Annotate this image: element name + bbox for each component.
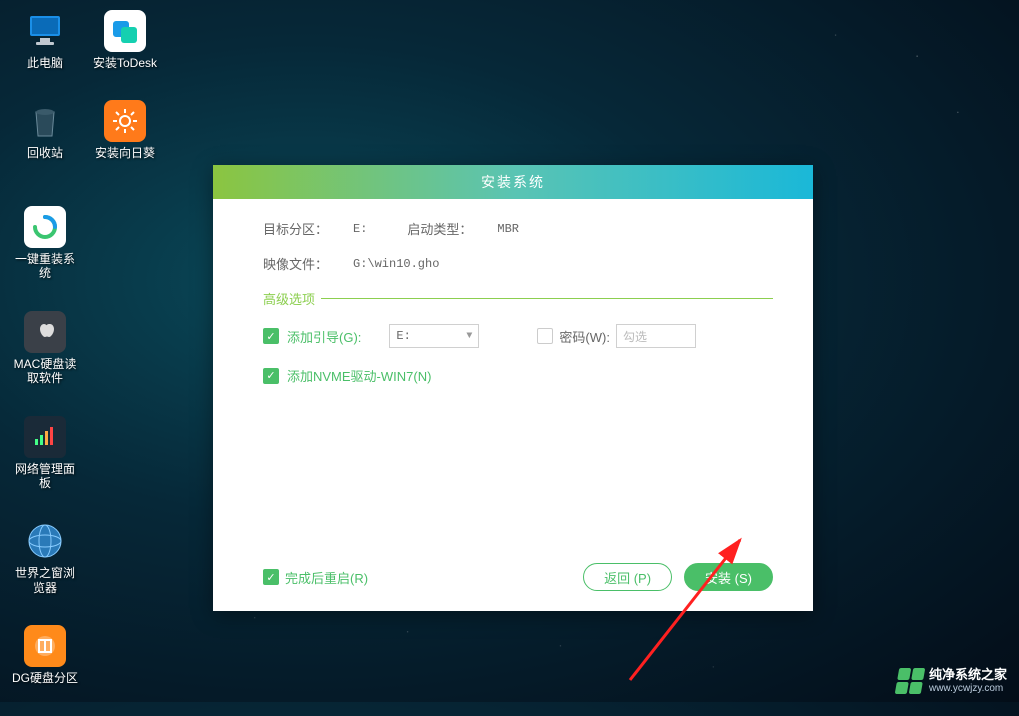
desktop-icon-sunflower[interactable]: 安装向日葵	[90, 100, 160, 160]
icon-label: 安装向日葵	[95, 146, 155, 160]
select-value: E:	[396, 329, 410, 343]
sunflower-icon	[104, 100, 146, 142]
password-placeholder: 勾选	[623, 328, 647, 345]
back-button[interactable]: 返回 (P)	[583, 563, 672, 591]
icon-label: 此电脑	[27, 56, 63, 70]
password-group: 密码(W): 勾选	[537, 324, 696, 348]
install-system-dialog: 安装系统 目标分区： E: 启动类型： MBR 映像文件： G:\win10.g…	[213, 165, 813, 611]
restart-after-group: ✓ 完成后重启(R)	[263, 568, 368, 587]
watermark-text: 纯净系统之家 www.ycwjzy.com	[929, 668, 1007, 693]
diskgenius-icon	[24, 625, 66, 667]
watermark-title: 纯净系统之家	[929, 668, 1007, 682]
restart-after-checkbox[interactable]: ✓	[263, 569, 279, 585]
computer-icon	[24, 10, 66, 52]
network-panel-icon	[24, 416, 66, 458]
icon-label: 一键重装系统	[10, 252, 80, 281]
add-boot-label: 添加引导(G):	[287, 327, 361, 346]
icon-label: 世界之窗浏览器	[10, 566, 80, 595]
install-button-label: 安装 (S)	[705, 568, 752, 587]
add-nvme-checkbox[interactable]: ✓	[263, 368, 279, 384]
dialog-title-text: 安装系统	[481, 172, 545, 192]
icon-label: 网络管理面板	[10, 462, 80, 491]
spacer	[263, 413, 773, 533]
desktop-icon-mac-disk[interactable]: MAC硬盘读取软件	[10, 311, 80, 386]
desktop-icon-reinstall[interactable]: 一键重装系统	[10, 206, 80, 281]
password-input[interactable]: 勾选	[616, 324, 696, 348]
watermark-logo-icon	[895, 668, 926, 694]
desktop-icon-column-left: 一键重装系统 MAC硬盘读取软件 网络管理面板 世界之窗浏览器 DG硬盘分区	[10, 206, 80, 716]
dialog-body: 目标分区： E: 启动类型： MBR 映像文件： G:\win10.gho 高级…	[213, 199, 813, 553]
target-partition-value: E:	[353, 222, 367, 236]
password-label: 密码(W):	[559, 327, 610, 346]
advanced-legend: 高级选项	[263, 289, 321, 308]
chevron-down-icon: ▼	[466, 331, 472, 342]
image-file-label: 映像文件：	[263, 254, 353, 273]
globe-icon	[24, 520, 66, 562]
icon-label: DG硬盘分区	[12, 671, 78, 685]
advanced-options-fieldset: 高级选项 ✓ 添加引导(G): E: ▼ 密码(W): 勾选 ✓ 添	[263, 289, 773, 413]
password-checkbox[interactable]	[537, 328, 553, 344]
add-nvme-label: 添加NVME驱动-WIN7(N)	[287, 366, 431, 385]
add-nvme-row: ✓ 添加NVME驱动-WIN7(N)	[263, 366, 773, 385]
dialog-footer: ✓ 完成后重启(R) 返回 (P) 安装 (S)	[213, 553, 813, 611]
mac-disk-icon	[24, 311, 66, 353]
desktop-icon-network-panel[interactable]: 网络管理面板	[10, 416, 80, 491]
target-partition-label: 目标分区：	[263, 219, 353, 238]
boot-type-label: 启动类型：	[407, 219, 497, 238]
desktop-icon-diskgenius[interactable]: DG硬盘分区	[10, 625, 80, 685]
add-boot-row: ✓ 添加引导(G): E: ▼ 密码(W): 勾选	[263, 324, 773, 348]
icon-label: 安装ToDesk	[93, 56, 157, 70]
image-file-row: 映像文件： G:\win10.gho	[263, 254, 773, 273]
desktop-icon-recycle-bin[interactable]: 回收站	[10, 100, 80, 160]
target-partition-row: 目标分区： E: 启动类型： MBR	[263, 219, 773, 238]
desktop-icon-grid: 此电脑 安装ToDesk 回收站 安装向日葵	[10, 10, 160, 161]
icon-label: 回收站	[27, 146, 63, 160]
desktop-icon-todesk[interactable]: 安装ToDesk	[90, 10, 160, 70]
recycle-bin-icon	[24, 100, 66, 142]
icon-label: MAC硬盘读取软件	[10, 357, 80, 386]
watermark-url: www.ycwjzy.com	[929, 683, 1007, 694]
desktop-icon-world-browser[interactable]: 世界之窗浏览器	[10, 520, 80, 595]
desktop-icon-this-pc[interactable]: 此电脑	[10, 10, 80, 70]
dialog-title-bar[interactable]: 安装系统	[213, 165, 813, 199]
image-file-value: G:\win10.gho	[353, 257, 439, 271]
add-boot-drive-select[interactable]: E: ▼	[389, 324, 479, 348]
install-button[interactable]: 安装 (S)	[684, 563, 773, 591]
back-button-label: 返回 (P)	[604, 568, 651, 587]
watermark: 纯净系统之家 www.ycwjzy.com	[897, 668, 1007, 694]
restart-after-label: 完成后重启(R)	[285, 568, 368, 587]
todesk-icon	[104, 10, 146, 52]
boot-type-value: MBR	[497, 222, 519, 236]
add-boot-checkbox[interactable]: ✓	[263, 328, 279, 344]
reinstall-icon	[24, 206, 66, 248]
